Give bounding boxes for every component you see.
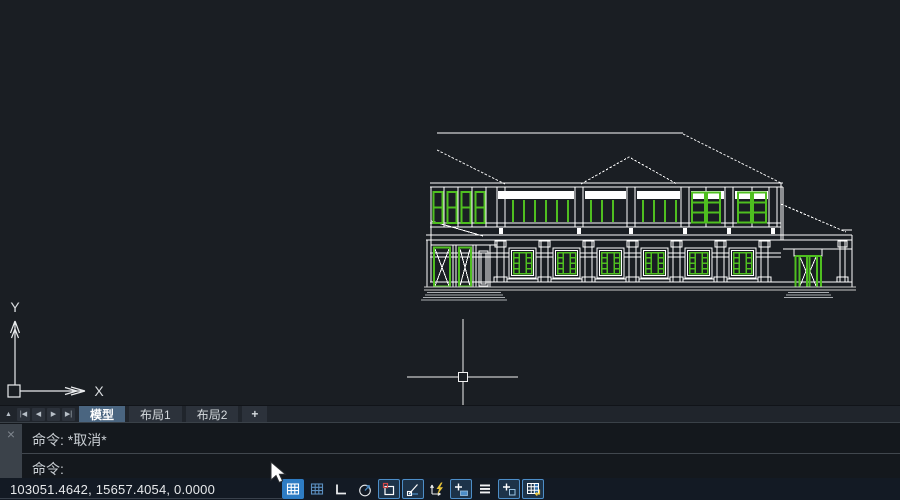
object-snap-tracking-toggle[interactable]: [402, 479, 424, 499]
tab-layout1[interactable]: 布局1: [129, 406, 182, 423]
object-snap-toggle[interactable]: [378, 479, 400, 499]
dynamic-input-toggle[interactable]: [426, 479, 448, 499]
menu-lines-icon: [477, 481, 493, 497]
ortho-icon: [333, 481, 349, 497]
annotation-autoscale-toggle[interactable]: [522, 479, 544, 499]
object-snap-tracking-icon: [405, 481, 421, 497]
last-tab-button[interactable]: ▶|: [62, 408, 75, 421]
annotation-visibility-icon: [501, 481, 517, 497]
layout-tab-bar: ▲ |◀ ◀ ▶ ▶| 模型 布局1 布局2 +: [0, 405, 900, 422]
command-panel-gutter: ×: [0, 424, 22, 478]
close-icon[interactable]: ×: [0, 427, 22, 441]
coordinates-underline: [0, 498, 283, 499]
ortho-mode-toggle[interactable]: [330, 479, 352, 499]
menu-lines-button[interactable]: [474, 479, 496, 499]
polar-tracking-toggle[interactable]: [354, 479, 376, 499]
command-divider: [22, 453, 900, 454]
ucs-x-label: X: [94, 383, 104, 399]
annotation-autoscale-icon: [525, 481, 541, 497]
grid-icon: [285, 481, 301, 497]
lineweight-icon: [453, 481, 469, 497]
tab-layout2[interactable]: 布局2: [186, 406, 239, 423]
dynamic-input-icon: [429, 481, 445, 497]
polar-tracking-icon: [357, 481, 373, 497]
first-tab-button[interactable]: |◀: [17, 408, 30, 421]
next-tab-button[interactable]: ▶: [47, 408, 60, 421]
command-history-line: 命令: *取消*: [32, 430, 107, 450]
snap-mode-toggle[interactable]: [306, 479, 328, 499]
tab-overflow-button[interactable]: ▲: [2, 408, 15, 421]
grid-display-toggle[interactable]: [282, 479, 304, 499]
model-space-canvas[interactable]: Y X: [0, 0, 900, 405]
ucs-icon: Y X: [0, 295, 115, 405]
prev-tab-button[interactable]: ◀: [32, 408, 45, 421]
command-prompt-input[interactable]: 命令:: [32, 459, 64, 479]
tab-model[interactable]: 模型: [79, 406, 125, 423]
coordinates-readout[interactable]: 103051.4642, 15657.4054, 0.0000: [10, 482, 282, 497]
crosshair-cursor: [400, 315, 530, 407]
status-bar: 103051.4642, 15657.4054, 0.0000: [0, 478, 900, 500]
ucs-y-label: Y: [10, 299, 20, 315]
add-layout-tab-button[interactable]: +: [242, 406, 267, 423]
object-snap-icon: [381, 481, 397, 497]
lineweight-display-toggle[interactable]: [450, 479, 472, 499]
status-toggles: [282, 479, 544, 499]
command-line-panel: × 命令: *取消* 命令:: [0, 422, 900, 478]
snap-grid-icon: [309, 481, 325, 497]
building-elevation-drawing: [418, 124, 860, 304]
annotation-visibility-toggle[interactable]: [498, 479, 520, 499]
